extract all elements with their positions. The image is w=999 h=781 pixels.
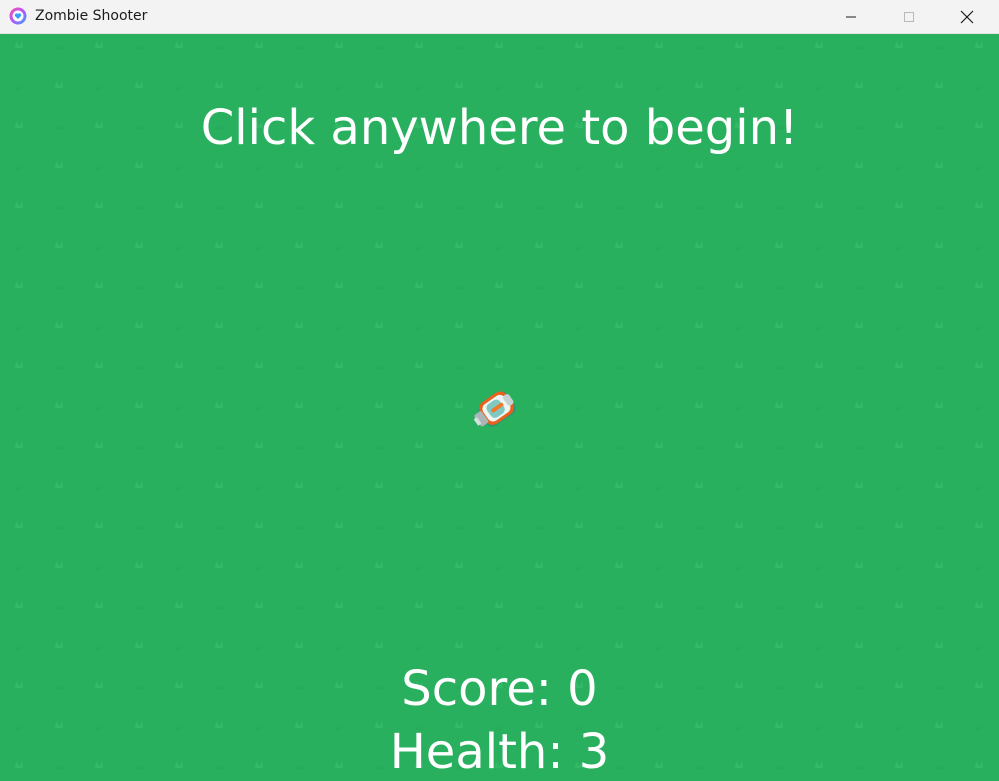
close-button[interactable] [938,0,996,33]
close-icon [960,10,974,23]
title-bar[interactable]: Zombie Shooter [0,0,999,34]
window-title: Zombie Shooter [35,8,148,24]
minimize-icon [846,16,856,17]
health-display: Health: 3 [389,724,610,780]
score-display: Score: 0 [401,661,598,717]
game-canvas[interactable]: Click anywhere to begin! Score: 0 Health… [0,34,999,781]
heart-bubble-icon [9,7,27,25]
maximize-button[interactable] [880,0,938,33]
player-ship-icon [474,391,516,427]
start-prompt: Click anywhere to begin! [200,100,799,156]
maximize-icon [904,11,914,22]
game-window: Zombie Shooter Click anywhere to begin! … [0,0,999,781]
minimize-button[interactable] [822,0,880,33]
